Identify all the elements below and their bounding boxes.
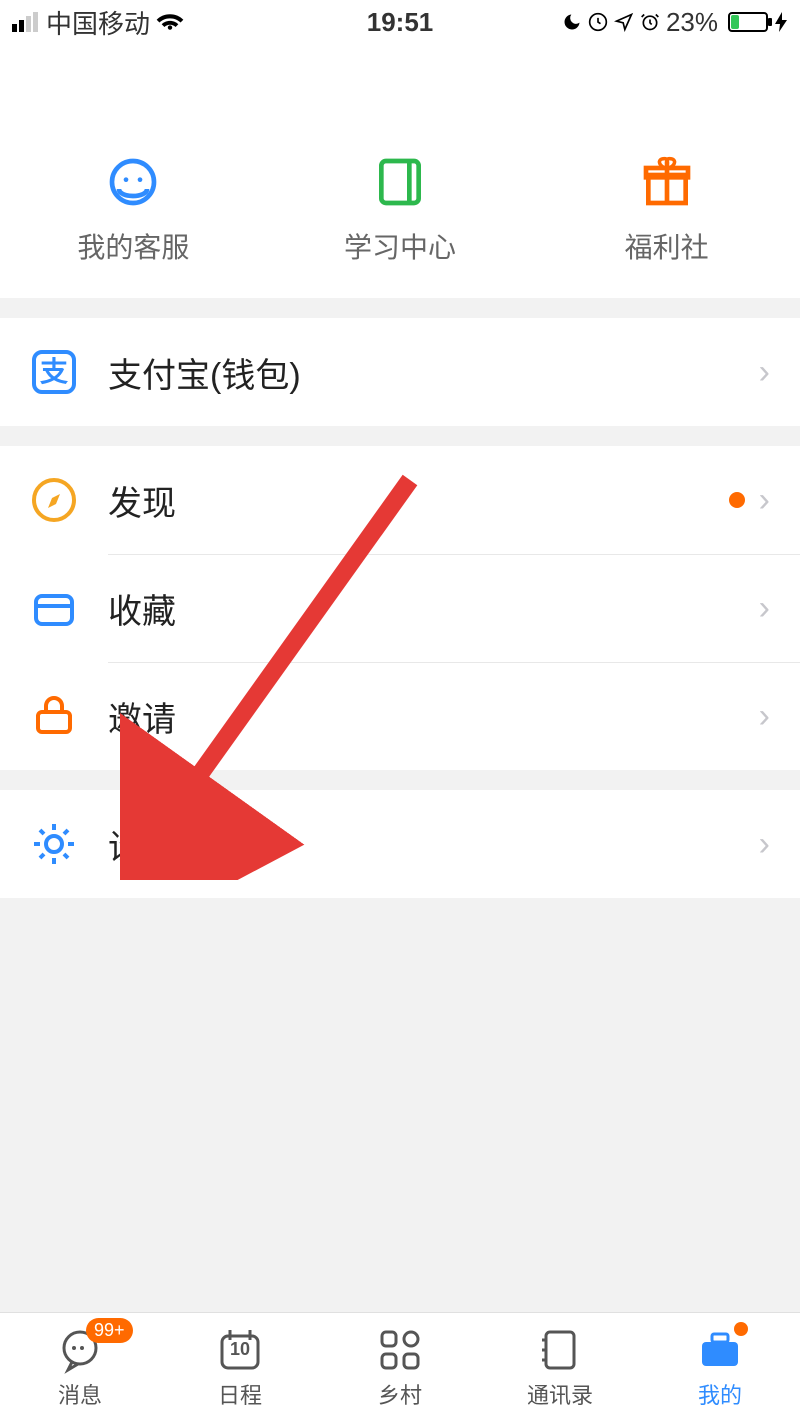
contacts-icon [536, 1326, 584, 1374]
row-label: 邀请 [108, 692, 759, 741]
tab-messages[interactable]: 99+ 消息 [20, 1326, 140, 1410]
tile-label: 福利社 [625, 226, 709, 266]
status-bar: 中国移动 19:51 23% [0, 0, 800, 44]
group-settings: 设置 › [0, 790, 800, 898]
row-label: 发现 [108, 476, 729, 525]
tile-welfare-club[interactable]: 福利社 [567, 154, 767, 266]
invite-icon [30, 692, 78, 740]
svg-text:支: 支 [40, 356, 68, 387]
folder-icon [30, 584, 78, 632]
tab-label: 通讯录 [527, 1378, 593, 1410]
moon-icon [562, 12, 582, 32]
row-label: 支付宝(钱包) [108, 348, 759, 397]
row-discover[interactable]: 发现 › [0, 446, 800, 554]
tab-label: 消息 [58, 1378, 102, 1410]
tile-label: 学习中心 [344, 226, 456, 266]
tab-mine[interactable]: 我的 [660, 1326, 780, 1410]
clock: 19:51 [367, 7, 434, 38]
headset-icon [105, 154, 161, 210]
battery-pct-label: 23% [666, 7, 718, 38]
signal-icon [12, 12, 40, 32]
location-icon [614, 12, 634, 32]
badge: 99+ [86, 1318, 133, 1343]
compass-icon [30, 476, 78, 524]
briefcase-icon [696, 1326, 744, 1374]
group-features: 发现 › 收藏 › 邀请 › [0, 446, 800, 770]
tab-contacts[interactable]: 通讯录 [500, 1326, 620, 1410]
alipay-icon: 支 [30, 348, 78, 396]
chevron-right-icon: › [759, 353, 770, 392]
gift-icon [639, 154, 695, 210]
quick-tiles: 我的客服 学习中心 福利社 [0, 144, 800, 298]
gear-icon [30, 820, 78, 868]
tab-bar: 99+ 消息 10 日程 乡村 通讯录 我的 [0, 1312, 800, 1422]
tab-label: 日程 [218, 1378, 262, 1410]
header-spacer [0, 44, 800, 144]
row-label: 收藏 [108, 584, 759, 633]
tab-label: 我的 [698, 1378, 742, 1410]
lock-icon [588, 12, 608, 32]
chat-icon: 99+ [56, 1326, 104, 1374]
notification-dot [729, 492, 745, 508]
row-label: 设置 [108, 820, 759, 869]
carrier-label: 中国移动 [46, 4, 150, 41]
notification-dot [734, 1322, 748, 1336]
row-settings[interactable]: 设置 › [0, 790, 800, 898]
tile-customer-service[interactable]: 我的客服 [33, 154, 233, 266]
tab-calendar[interactable]: 10 日程 [180, 1326, 300, 1410]
calendar-day: 10 [230, 1339, 250, 1360]
tab-label: 乡村 [378, 1378, 422, 1410]
grid-icon [376, 1326, 424, 1374]
tile-learning-center[interactable]: 学习中心 [300, 154, 500, 266]
wifi-icon [156, 12, 184, 32]
book-icon [372, 154, 428, 210]
tab-village[interactable]: 乡村 [340, 1326, 460, 1410]
chevron-right-icon: › [759, 697, 770, 736]
chevron-right-icon: › [759, 589, 770, 628]
battery-icon [728, 12, 768, 32]
chevron-right-icon: › [759, 825, 770, 864]
chevron-right-icon: › [759, 481, 770, 520]
row-invite[interactable]: 邀请 › [0, 662, 800, 770]
group-alipay: 支 支付宝(钱包) › [0, 318, 800, 426]
charging-icon [774, 12, 788, 32]
row-alipay[interactable]: 支 支付宝(钱包) › [0, 318, 800, 426]
row-favorites[interactable]: 收藏 › [0, 554, 800, 662]
calendar-icon: 10 [216, 1326, 264, 1374]
tile-label: 我的客服 [77, 226, 189, 266]
alarm-icon [640, 12, 660, 32]
